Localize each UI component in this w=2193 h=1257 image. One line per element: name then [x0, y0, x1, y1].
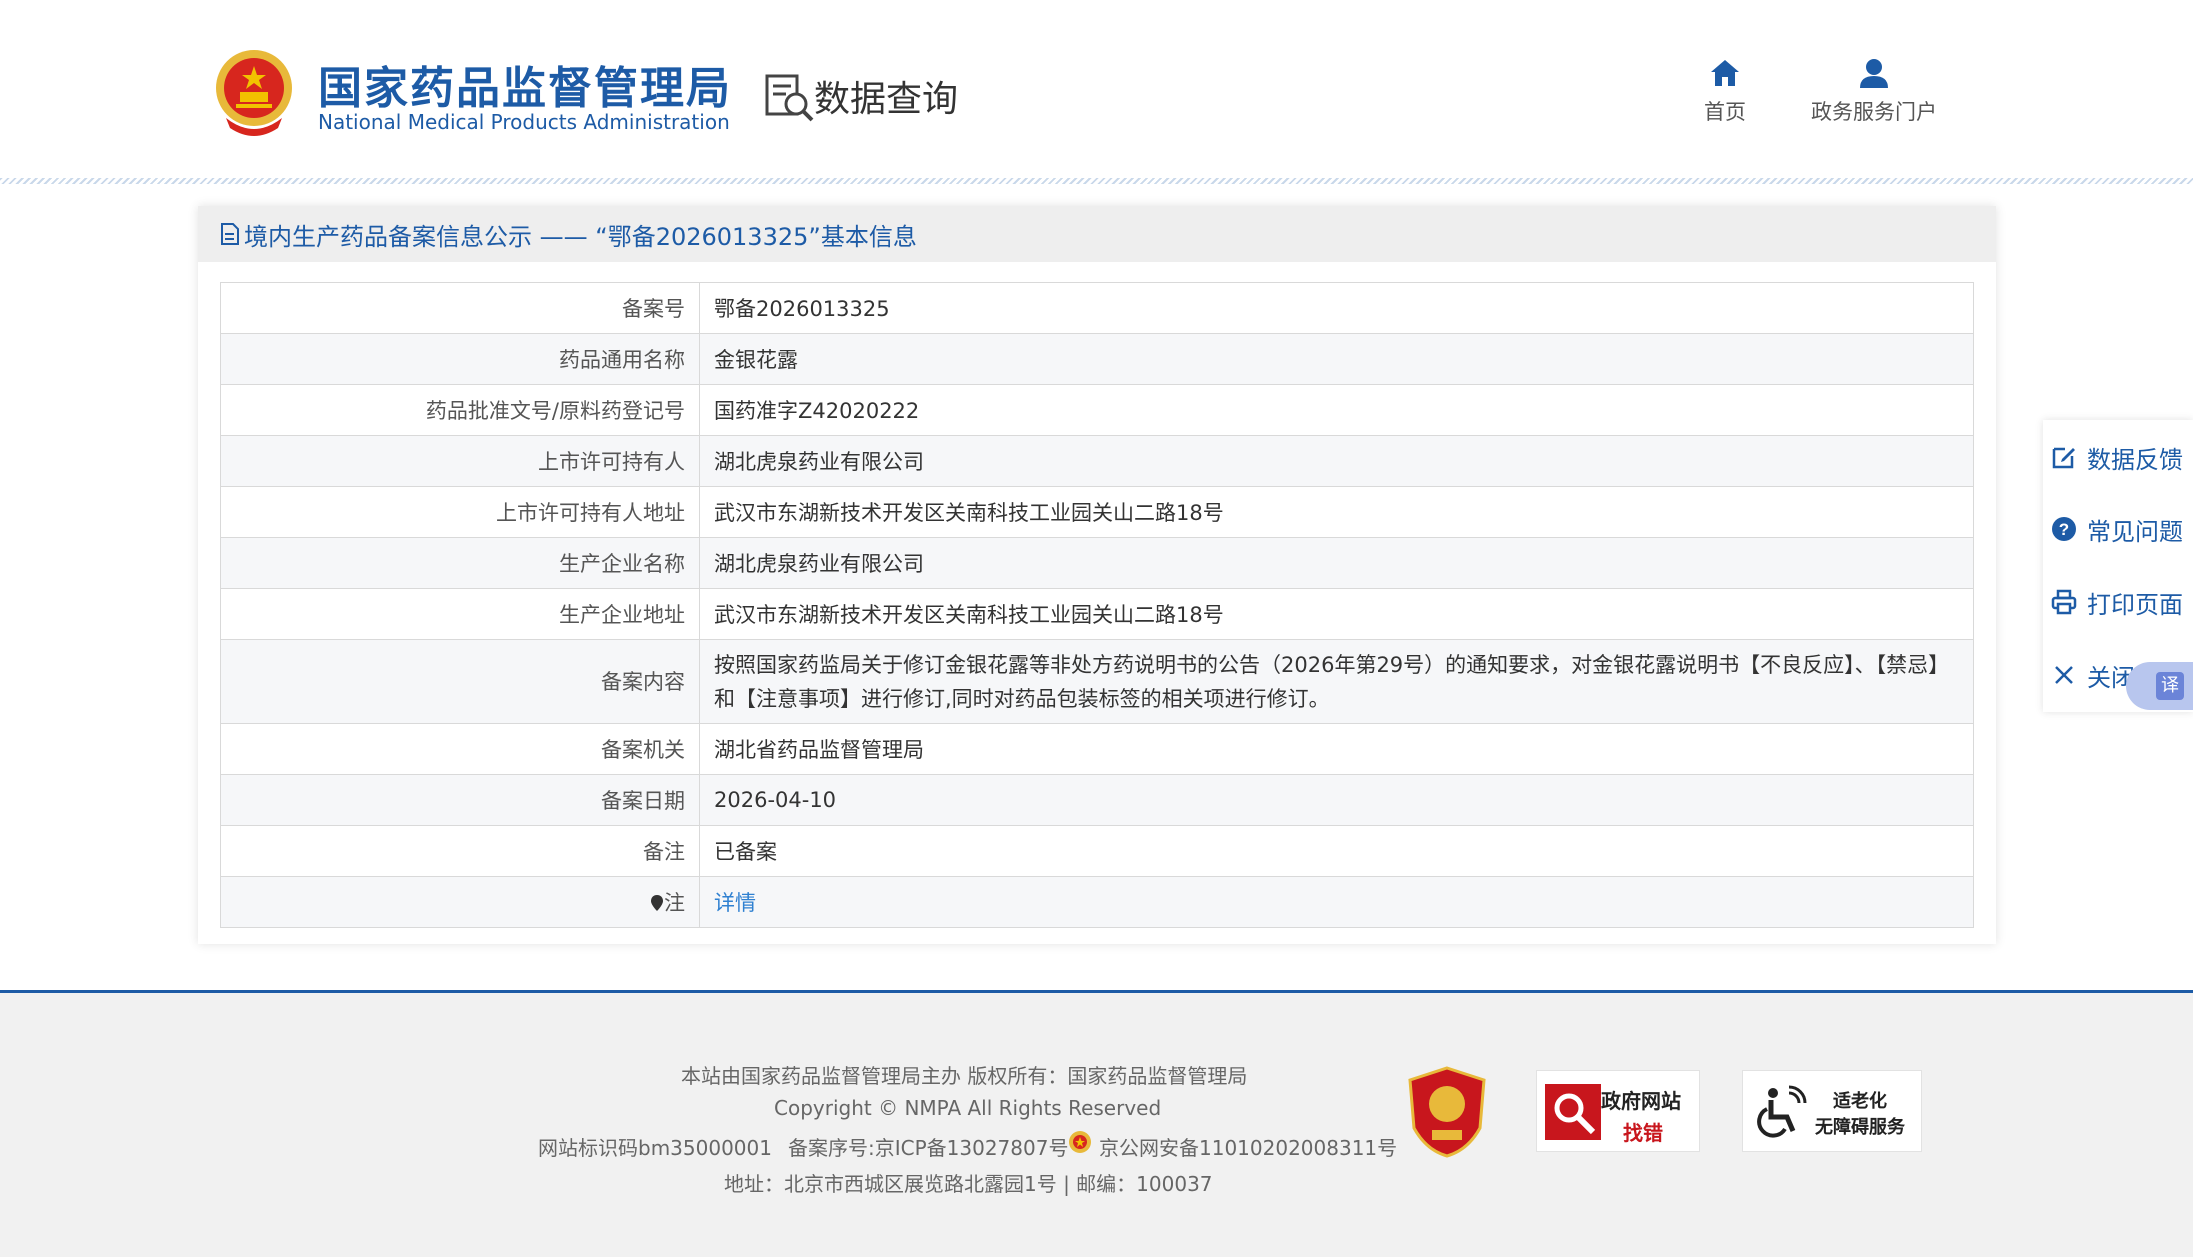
row-value: 武汉市东湖新技术开发区关南科技工业园关山二路18号	[699, 588, 1974, 640]
footer-copyright: Copyright © NMPA All Rights Reserved	[774, 1096, 1162, 1120]
feedback-button[interactable]: 数据反馈	[2051, 437, 2183, 477]
page-section-title: 数据查询	[814, 79, 959, 120]
table-row: 备案机关 湖北省药品监督管理局	[220, 723, 1974, 775]
document-icon	[221, 223, 239, 245]
footer-address: 地址：北京市西城区展览路北露园1号 | 邮编：100037	[724, 1172, 1213, 1196]
footer-site-id: 网站标识码bm35000001	[538, 1136, 772, 1160]
translate-icon: 译	[2156, 672, 2184, 700]
national-emblem-icon[interactable]	[212, 48, 296, 136]
row-label: 备案机关	[220, 723, 700, 775]
row-label: 药品批准文号/原料药登记号	[220, 384, 700, 436]
table-row: 备案内容 按照国家药监局关于修订金银花露等非处方药说明书的公告（2026年第29号…	[220, 639, 1974, 724]
help-icon: ?	[2052, 517, 2076, 541]
faq-label: 常见问题	[2087, 517, 2183, 546]
edit-icon	[2052, 447, 2075, 469]
panel-title: 境内生产药品备案信息公示 —— “鄂备2026013325”基本信息	[244, 222, 917, 251]
print-label: 打印页面	[2087, 590, 2183, 619]
party-organ-badge-icon[interactable]	[1408, 1066, 1486, 1158]
row-label: 上市许可持有人	[220, 435, 700, 487]
row-value: 湖北省药品监督管理局	[699, 723, 1974, 775]
note-label: 注	[664, 891, 685, 915]
print-button[interactable]: 打印页面	[2051, 582, 2183, 622]
age-friendly-label: 适老化	[1833, 1091, 1887, 1112]
footer-sponsor-text: 本站由国家药品监督管理局主办 版权所有：国家药品监督管理局	[681, 1064, 1248, 1088]
table-row: 备案日期 2026-04-10	[220, 774, 1974, 826]
location-pin-icon	[651, 895, 663, 911]
note-value-cell: 详情	[699, 876, 1974, 928]
record-panel: 境内生产药品备案信息公示 —— “鄂备2026013325”基本信息 备案号 鄂备…	[198, 206, 1996, 944]
header-divider	[0, 178, 2193, 184]
panel-header: 境内生产药品备案信息公示 —— “鄂备2026013325”基本信息	[198, 206, 1996, 262]
wheelchair-icon	[1757, 1085, 1807, 1138]
row-label: 上市许可持有人地址	[220, 486, 700, 538]
row-label: 生产企业地址	[220, 588, 700, 640]
row-value: 武汉市东湖新技术开发区关南科技工业园关山二路18号	[699, 486, 1974, 538]
row-value: 湖北虎泉药业有限公司	[699, 435, 1974, 487]
row-label: 备注	[220, 825, 700, 877]
nav-portal-link[interactable]: 政务服务门户	[1800, 58, 1948, 126]
table-row: 药品通用名称 金银花露	[220, 333, 1974, 385]
feedback-label: 数据反馈	[2087, 445, 2183, 474]
table-row: 生产企业地址 武汉市东湖新技术开发区关南科技工业园关山二路18号	[220, 588, 1974, 640]
user-icon	[1860, 59, 1888, 88]
print-icon	[2051, 589, 2077, 615]
row-label: 备案号	[220, 282, 700, 334]
nav-home-label: 首页	[1704, 100, 1746, 124]
note-label-cell: 注	[220, 876, 700, 928]
gov-site-error-report-button[interactable]: 政府网站 找错	[1536, 1070, 1700, 1152]
row-label: 药品通用名称	[220, 333, 700, 385]
gov-site-label: 政府网站	[1601, 1089, 1681, 1113]
table-row: 备案号 鄂备2026013325	[220, 282, 1974, 334]
row-label: 生产企业名称	[220, 537, 700, 589]
find-error-label: 找错	[1623, 1121, 1663, 1145]
table-row: 上市许可持有人地址 武汉市东湖新技术开发区关南科技工业园关山二路18号	[220, 486, 1974, 538]
police-badge-icon	[1069, 1131, 1091, 1153]
table-row: 注 详情	[220, 876, 1974, 928]
table-row: 药品批准文号/原料药登记号 国药准字Z42020222	[220, 384, 1974, 436]
footer-icp-link[interactable]: 备案序号:京ICP备13027807号	[788, 1132, 1068, 1161]
faq-button[interactable]: ? 常见问题	[2051, 509, 2183, 549]
row-label: 备案内容	[220, 639, 700, 724]
svg-text:?: ?	[2059, 520, 2069, 539]
details-link[interactable]: 详情	[714, 891, 756, 915]
row-value: 国药准字Z42020222	[699, 384, 1974, 436]
footer-police-link[interactable]: 京公网安备11010202008311号	[1099, 1132, 1397, 1161]
org-name-en[interactable]: National Medical Products Administration	[318, 110, 730, 134]
nav-home-link[interactable]: 首页	[1700, 58, 1750, 126]
home-icon	[1711, 60, 1739, 86]
row-value: 按照国家药监局关于修订金银花露等非处方药说明书的公告（2026年第29号）的通知…	[699, 639, 1974, 724]
nav-portal-label: 政务服务门户	[1811, 100, 1937, 124]
row-value: 已备案	[699, 825, 1974, 877]
close-icon	[2055, 666, 2073, 684]
row-value: 湖北虎泉药业有限公司	[699, 537, 1974, 589]
translate-button[interactable]: 译	[2126, 662, 2193, 710]
accessibility-service-button[interactable]: 适老化 无障碍服务	[1742, 1070, 1922, 1152]
site-header: 国家药品监督管理局 National Medical Products Admi…	[0, 0, 2193, 180]
row-value: 2026-04-10	[699, 774, 1974, 826]
org-name-cn[interactable]: 国家药品监督管理局	[318, 52, 732, 116]
accessibility-label: 无障碍服务	[1815, 1117, 1905, 1138]
data-query-icon	[765, 74, 814, 122]
record-info-table: 备案号 鄂备2026013325 药品通用名称 金银花露 药品批准文号/原料药登记号…	[220, 282, 1974, 928]
table-row: 备注 已备案	[220, 825, 1974, 877]
row-label: 备案日期	[220, 774, 700, 826]
search-error-icon	[1545, 1084, 1601, 1140]
table-row: 上市许可持有人 湖北虎泉药业有限公司	[220, 435, 1974, 487]
row-value: 金银花露	[699, 333, 1974, 385]
table-row: 生产企业名称 湖北虎泉药业有限公司	[220, 537, 1974, 589]
row-value: 鄂备2026013325	[699, 282, 1974, 334]
